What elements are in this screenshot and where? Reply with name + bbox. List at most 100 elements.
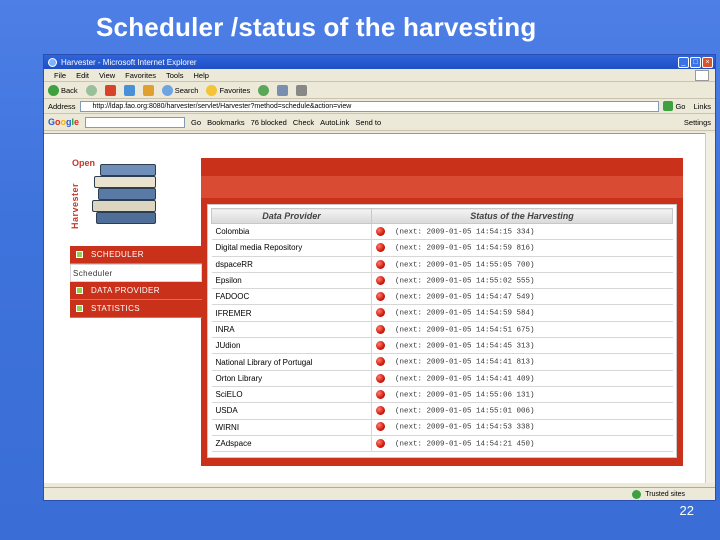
mail-button[interactable] xyxy=(277,84,289,96)
home-button[interactable] xyxy=(142,84,154,96)
next-harvest-time: (next: 2009-01-05 14:55:06 131) xyxy=(395,391,535,400)
star-icon xyxy=(206,84,218,96)
next-harvest-time: (next: 2009-01-05 14:54:41 813) xyxy=(395,358,535,367)
table-row: JUdion (next: 2009-01-05 14:54:45 313) xyxy=(211,337,673,355)
next-harvest-time: (next: 2009-01-05 14:55:05 700) xyxy=(395,260,535,269)
menu-file[interactable]: File xyxy=(54,71,66,80)
menu-help[interactable]: Help xyxy=(194,71,209,80)
google-search-input[interactable] xyxy=(85,116,186,128)
google-go-button[interactable]: Go xyxy=(191,118,201,127)
slide-title: Scheduler /status of the harvesting xyxy=(96,12,537,42)
close-icon[interactable]: × xyxy=(702,56,713,68)
next-harvest-time: (next: 2009-01-05 14:54:53 338) xyxy=(395,423,535,432)
next-harvest-time: (next: 2009-01-05 14:55:01 006) xyxy=(395,407,535,416)
slide-number: 22 xyxy=(679,503,694,518)
maximize-icon[interactable]: □ xyxy=(690,56,701,68)
address-input[interactable]: http://ldap.fao.org:8080/harvester/servl… xyxy=(79,100,660,112)
bullet-icon xyxy=(76,305,83,312)
status-dot-icon[interactable] xyxy=(376,406,385,416)
column-header-data-provider[interactable]: Data Provider xyxy=(211,208,372,224)
status-dot-icon[interactable] xyxy=(376,340,385,350)
table-row: FADOOC (next: 2009-01-05 14:54:47 549) xyxy=(211,288,673,306)
bullet-icon xyxy=(76,251,83,258)
sidebar-item-current-scheduler[interactable]: Scheduler xyxy=(70,264,202,282)
status-dot-icon[interactable] xyxy=(376,438,385,448)
google-bookmarks-button[interactable]: Bookmarks xyxy=(207,118,245,127)
sidebar-nav: SCHEDULER Scheduler DATA PROVIDER STATIS… xyxy=(70,246,202,318)
status-dot-icon[interactable] xyxy=(376,324,385,334)
spell-check-button[interactable]: Check xyxy=(293,118,314,127)
sidebar-item-statistics[interactable]: STATISTICS xyxy=(70,300,202,318)
provider-name[interactable]: SciELO xyxy=(211,386,372,404)
status-dot-icon[interactable] xyxy=(376,357,385,367)
menu-favorites[interactable]: Favorites xyxy=(125,71,156,80)
provider-name[interactable]: Colombia xyxy=(211,223,372,241)
vertical-scrollbar[interactable] xyxy=(705,133,715,483)
table-row: ZAdspace (next: 2009-01-05 14:54:21 450) xyxy=(211,435,673,453)
provider-name[interactable]: FADOOC xyxy=(211,288,372,306)
menu-view[interactable]: View xyxy=(99,71,115,80)
harvest-status: (next: 2009-01-05 14:54:53 338) xyxy=(371,419,673,436)
go-button[interactable]: Go xyxy=(663,101,685,111)
table-row: SciELO (next: 2009-01-05 14:55:06 131) xyxy=(211,386,673,404)
status-dot-icon[interactable] xyxy=(376,275,385,285)
print-icon xyxy=(296,84,308,96)
next-harvest-time: (next: 2009-01-05 14:54:15 334) xyxy=(395,228,535,237)
table-row: National Library of Portugal (next: 2009-… xyxy=(211,353,673,371)
provider-name[interactable]: dspaceRR xyxy=(211,256,372,273)
provider-name[interactable]: INRA xyxy=(211,321,372,339)
status-dot-icon[interactable] xyxy=(376,389,385,399)
status-dot-icon[interactable] xyxy=(376,373,385,383)
provider-name[interactable]: Orton Library xyxy=(211,370,372,387)
provider-name[interactable]: USDA xyxy=(211,402,372,420)
print-button[interactable] xyxy=(296,84,308,96)
sidebar-item-data-provider[interactable]: DATA PROVIDER xyxy=(70,282,202,300)
status-dot-icon[interactable] xyxy=(376,259,385,269)
google-settings-button[interactable]: Settings xyxy=(684,118,711,127)
provider-name[interactable]: IFREMER xyxy=(211,304,372,322)
provider-name[interactable]: ZAdspace xyxy=(211,435,372,453)
autolink-button[interactable]: AutoLink xyxy=(320,118,349,127)
send-to-button[interactable]: Send to xyxy=(355,118,381,127)
security-zone-label: Trusted sites xyxy=(645,490,685,498)
table-row: Orton Library (next: 2009-01-05 14:54:41 … xyxy=(211,370,673,387)
links-label[interactable]: Links xyxy=(693,102,711,111)
table-row: WIRNI (next: 2009-01-05 14:54:53 338) xyxy=(211,419,673,436)
minimize-icon[interactable]: _ xyxy=(678,56,689,68)
provider-name[interactable]: National Library of Portugal xyxy=(211,353,372,371)
ie-icon xyxy=(48,57,57,67)
sidebar-item-label: STATISTICS xyxy=(91,304,141,313)
table-row: dspaceRR (next: 2009-01-05 14:55:05 700) xyxy=(211,256,673,273)
table-row: INRA (next: 2009-01-05 14:54:51 675) xyxy=(211,321,673,339)
sidebar-item-scheduler[interactable]: SCHEDULER xyxy=(70,246,202,264)
harvest-status: (next: 2009-01-05 14:54:45 313) xyxy=(371,337,673,355)
search-button[interactable]: Search xyxy=(161,84,198,96)
harvest-status: (next: 2009-01-05 14:54:47 549) xyxy=(371,288,673,306)
sidebar-item-label: DATA PROVIDER xyxy=(91,286,160,295)
forward-button[interactable] xyxy=(85,84,97,96)
provider-name[interactable]: Digital media Repository xyxy=(211,239,372,257)
books-icon xyxy=(90,164,160,226)
popup-blocked-indicator[interactable]: 76 blocked xyxy=(251,118,287,127)
status-dot-icon[interactable] xyxy=(376,243,385,253)
menu-tools[interactable]: Tools xyxy=(166,71,184,80)
go-label: Go xyxy=(675,101,686,111)
provider-name[interactable]: Epsilon xyxy=(211,272,372,290)
provider-name[interactable]: JUdion xyxy=(211,337,372,355)
refresh-button[interactable] xyxy=(123,84,135,96)
status-dot-icon[interactable] xyxy=(376,422,385,432)
stop-button[interactable] xyxy=(104,84,116,96)
status-dot-icon[interactable] xyxy=(376,308,385,318)
status-dot-icon[interactable] xyxy=(376,226,385,236)
harvest-status: (next: 2009-01-05 14:54:41 813) xyxy=(371,353,673,371)
google-logo-letter: e xyxy=(74,117,80,127)
table-row: Digital media Repository (next: 2009-01-0… xyxy=(211,239,673,257)
provider-name[interactable]: WIRNI xyxy=(211,419,372,436)
menu-edit[interactable]: Edit xyxy=(76,71,89,80)
status-dot-icon[interactable] xyxy=(376,292,385,302)
history-button[interactable] xyxy=(258,84,270,96)
back-button[interactable]: Back xyxy=(48,84,78,96)
column-header-status[interactable]: Status of the Harvesting xyxy=(371,208,673,224)
favorites-button[interactable]: Favorites xyxy=(206,84,250,96)
header-band xyxy=(201,176,683,198)
